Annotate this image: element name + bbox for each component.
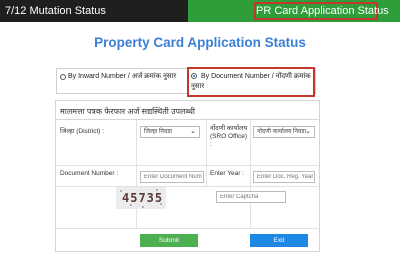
- divider: [55, 228, 320, 229]
- district-select[interactable]: जिल्हा निवडा ⌄: [140, 126, 200, 138]
- captcha-image: 45735: [116, 187, 166, 209]
- divider: [136, 120, 137, 228]
- radio-document-number[interactable]: By Document Number / नोंदणी क्रमांक नुसा…: [187, 67, 315, 97]
- district-select-value: जिल्हा निवडा: [144, 129, 172, 135]
- page-title: Property Card Application Status: [94, 35, 306, 50]
- radio-inward-number[interactable]: By Inward Number / अर्ज क्रमांक नुसार: [60, 72, 176, 81]
- chevron-down-icon: ⌄: [190, 128, 196, 135]
- year-label: Enter Year :: [210, 170, 244, 177]
- tab-mutation-status[interactable]: 7/12 Mutation Status: [0, 0, 188, 22]
- year-input[interactable]: [253, 171, 315, 183]
- sro-label: नोंदणी कार्यालय (SRO Office) :: [210, 125, 248, 148]
- tab-pr-card-status[interactable]: PR Card Application Status: [254, 2, 389, 20]
- radio-button-icon[interactable]: [191, 73, 197, 80]
- page: { "tabs": { "mutation_status": "7/12 Mut…: [0, 0, 400, 257]
- sro-select[interactable]: नोंदणी कार्यालय निवडा ⌄: [253, 126, 315, 138]
- divider: [206, 120, 207, 186]
- form-heading: मालमत्ता पत्रक फेरफार अर्ज सद्यस्थिती उप…: [56, 101, 319, 120]
- district-label: जिल्हा (District) :: [60, 128, 105, 135]
- document-number-label: Document Number :: [60, 170, 119, 177]
- captcha-text: 45735: [122, 191, 164, 205]
- divider: [250, 120, 251, 228]
- divider: [55, 165, 320, 166]
- radio-button-icon[interactable]: [60, 73, 66, 80]
- search-mode-group: By Inward Number / अर्ज क्रमांक नुसार By…: [56, 67, 316, 97]
- tab-pr-card-status-wrapper: PR Card Application Status: [188, 0, 400, 22]
- submit-button[interactable]: Submit: [140, 234, 198, 247]
- radio-inward-label: By Inward Number / अर्ज क्रमांक नुसार: [68, 73, 177, 80]
- sro-select-value: नोंदणी कार्यालय निवडा: [257, 129, 307, 135]
- divider: [55, 186, 320, 187]
- chevron-down-icon: ⌄: [305, 128, 311, 135]
- exit-button[interactable]: Exit: [250, 234, 308, 247]
- radio-document-label: By Document Number / नोंदणी क्रमांक नुसा…: [191, 73, 311, 90]
- document-number-input[interactable]: [140, 171, 204, 183]
- captcha-input[interactable]: [216, 191, 286, 203]
- tab-bar: 7/12 Mutation Status PR Card Application…: [0, 0, 400, 22]
